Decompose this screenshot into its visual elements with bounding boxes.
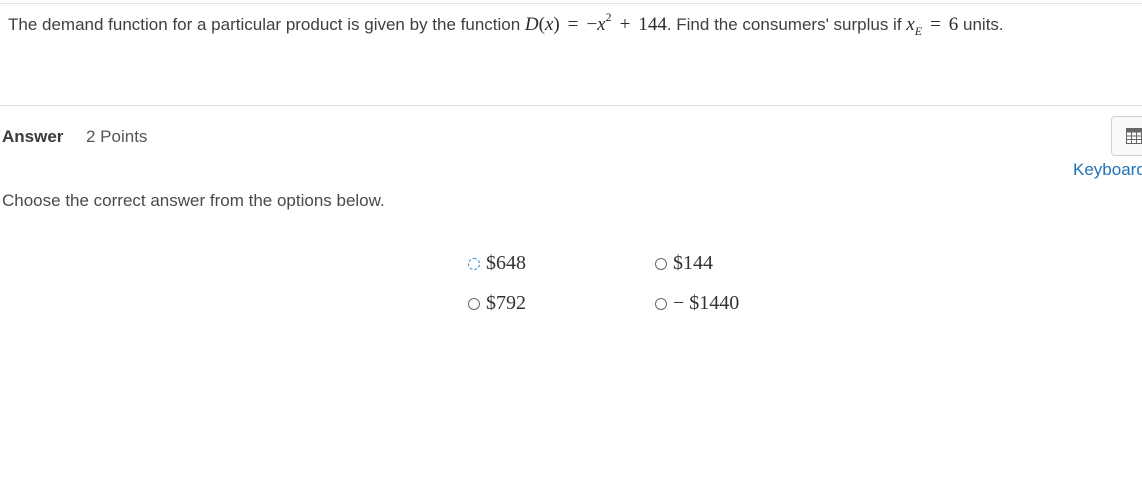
question-text: The demand function for a particular pro… <box>8 9 1138 38</box>
calculator-icon <box>1126 128 1142 144</box>
radio-button[interactable] <box>468 297 480 310</box>
question-intro: The demand function for a particular pro… <box>8 15 525 34</box>
points-value: 2 Points <box>86 127 148 146</box>
demand-function-math: D(x) = −x2 +144 <box>524 9 667 35</box>
option-negative-1440[interactable]: − $1440 <box>655 292 739 315</box>
question-end: units. <box>958 15 1004 34</box>
question-page: The demand function for a particular pro… <box>0 0 1142 503</box>
radio-button[interactable] <box>468 257 480 270</box>
answer-heading: Answer <box>2 127 64 146</box>
top-divider <box>0 3 1142 4</box>
option-label: $648 <box>486 252 526 274</box>
option-label: $144 <box>673 252 713 274</box>
section-divider <box>0 105 1142 106</box>
keyboard-link[interactable]: Keyboard <box>1073 160 1142 180</box>
option-label: $792 <box>486 292 526 314</box>
option-648[interactable]: $648 <box>468 252 526 275</box>
option-label: − $1440 <box>673 292 740 314</box>
radio-button[interactable] <box>655 257 667 270</box>
instructions-text: Choose the correct answer from the optio… <box>2 191 385 210</box>
option-792[interactable]: $792 <box>468 292 526 315</box>
question-middle: . Find the consumers' surplus if <box>666 15 907 34</box>
option-144[interactable]: $144 <box>655 252 713 275</box>
equilibrium-math: xE = 6 <box>906 14 959 38</box>
radio-button[interactable] <box>655 297 667 310</box>
calculator-button[interactable] <box>1111 116 1142 156</box>
